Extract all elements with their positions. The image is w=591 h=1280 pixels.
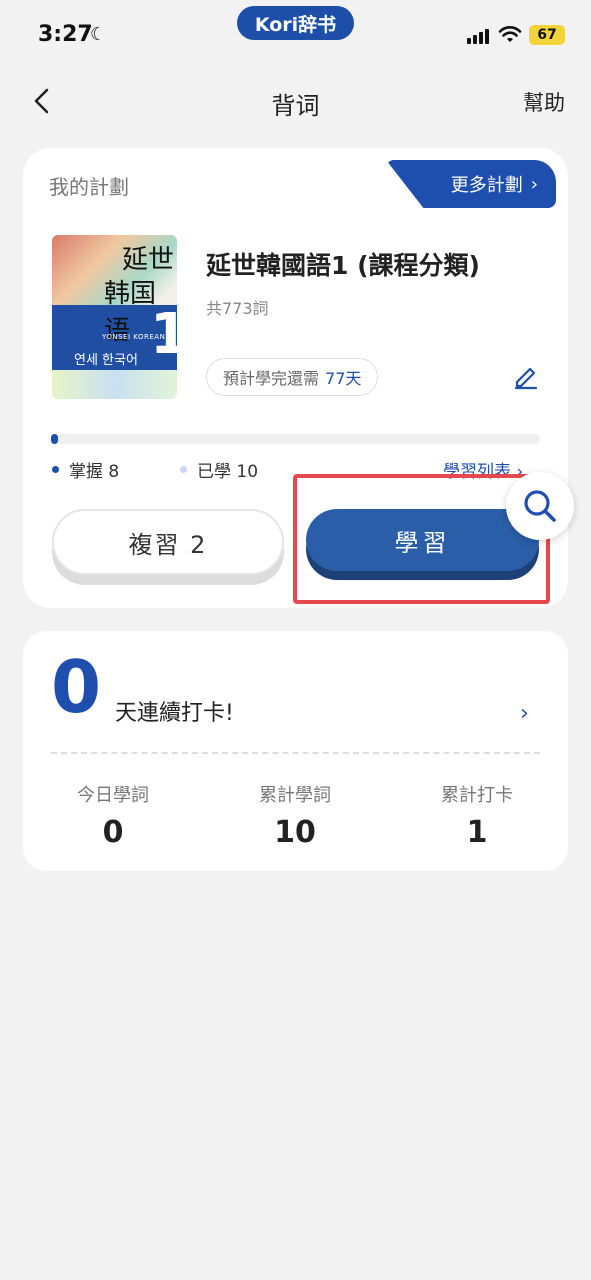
streak-label: 天連續打卡! [115,701,234,726]
review-button[interactable]: 複習 2 [52,509,284,575]
streak-days: 0 [51,645,102,729]
plan-card: 我的計劃 更多計劃 › 延世 韩国语 YONSEI KOREAN 연세 한국어 … [23,148,568,608]
stat-label: 累計打卡 [441,785,513,806]
chevron-right-icon: › [530,173,538,195]
cover-title-line1: 延世 [122,245,175,275]
help-link[interactable]: 幫助 [523,87,565,117]
mastered-dot [52,466,59,473]
stat-value: 0 [102,815,124,850]
mastered-legend: 掌握 8 [52,457,119,482]
app-name-pill: Kori辞书 [237,6,354,40]
estimate-prefix: 預計學完還需 [223,369,320,388]
my-plan-label: 我的計劃 [49,175,129,199]
stat-total-checkins: 累計打卡 1 [397,781,557,850]
wifi-icon [498,26,522,42]
cover-korean: 연세 한국어 [74,353,138,368]
search-icon [524,490,556,522]
streak-card[interactable]: 0 天連續打卡! › 今日學詞 0 累計學詞 10 累計打卡 1 [23,631,568,871]
status-bar: 3:27 ☾ Kori辞书 67 [0,0,591,70]
stat-today-words: 今日學詞 0 [33,781,193,850]
book-title: 延世韓國語1 (課程分類) [206,251,480,280]
stat-value: 10 [274,815,316,850]
estimate-days: 77天 [325,369,362,388]
floating-search-button[interactable] [506,472,574,540]
stat-value: 1 [466,815,488,850]
cellular-signal-icon [467,28,491,44]
moon-icon: ☾ [90,24,107,45]
cover-number: 1 [150,302,177,367]
chevron-right-icon[interactable]: › [520,701,529,726]
status-time: 3:27 [38,22,93,47]
page-title: 背词 [271,92,320,120]
dashed-divider [51,752,540,754]
learned-dot [180,466,187,473]
learned-label: 已學 10 [197,462,259,482]
battery-icon: 67 [529,25,565,45]
learned-legend: 已學 10 [180,457,258,482]
edit-pencil-icon[interactable] [512,362,540,390]
stat-label: 今日學詞 [77,785,149,806]
stat-label: 累計學詞 [259,785,331,806]
mastered-label: 掌握 8 [69,462,120,482]
more-plans-label: 更多計劃 [450,175,523,196]
stat-total-words: 累計學詞 10 [215,781,375,850]
cover-holo-strip [52,370,177,399]
estimate-bubble: 預計學完還需 77天 [206,358,379,396]
word-count: 共773詞 [206,299,269,318]
progress-fill [51,434,59,444]
book-cover-image[interactable]: 延世 韩国语 YONSEI KOREAN 연세 한국어 1 [52,235,177,399]
progress-bar [51,434,540,444]
